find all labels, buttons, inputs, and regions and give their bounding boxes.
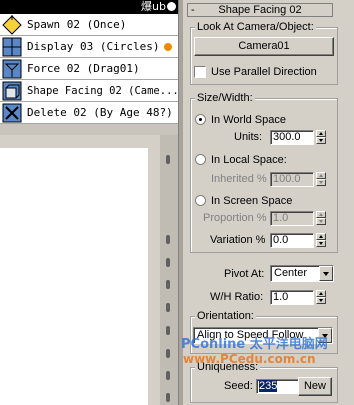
operator-label: Display 03 (Circles) xyxy=(27,40,160,53)
watermark-brand: PConline 太平洋电脑网 xyxy=(181,337,328,352)
operator-label: Delete 02 (By Age 48?) xyxy=(27,106,173,119)
seed-label: Seed: xyxy=(224,380,253,392)
spawn-diamond-icon xyxy=(2,15,22,35)
variation-label: Variation % xyxy=(210,234,266,246)
camera-pick-button[interactable]: Camera01 xyxy=(194,37,334,56)
scroll-marker-icon xyxy=(166,349,170,358)
display-icon xyxy=(2,37,22,57)
new-seed-button[interactable]: New xyxy=(298,377,332,396)
operator-label: Shape Facing 02 (Came... xyxy=(27,85,179,97)
scroll-marker-icon xyxy=(166,303,170,312)
look-at-group-title: Look At Camera/Object: xyxy=(195,21,316,34)
wh-ratio-label: W/H Ratio: xyxy=(210,291,264,303)
units-field[interactable]: 300.0 xyxy=(270,130,314,145)
units-spinner[interactable] xyxy=(316,130,326,145)
delete-icon xyxy=(2,103,22,123)
watermark-url: www.PCedu.com.cn xyxy=(183,352,316,366)
force-icon xyxy=(2,59,22,79)
in-world-space-label: In World Space xyxy=(211,114,287,126)
pivot-at-value: Center xyxy=(274,267,308,279)
operator-spawn[interactable]: Spawn 02 (Once) xyxy=(0,14,178,36)
proportion-spinner[interactable] xyxy=(316,211,326,226)
in-local-space-label: In Local Space: xyxy=(211,154,287,166)
in-world-space-radio[interactable] xyxy=(195,114,206,125)
inherited-field[interactable]: 100.0 xyxy=(270,172,314,187)
vertical-scroll-strip[interactable] xyxy=(160,135,178,405)
particle-view-header-title: 爆ub xyxy=(141,0,166,13)
pivot-at-label: Pivot At: xyxy=(224,268,265,280)
variation-spinner[interactable] xyxy=(316,233,326,248)
units-label: Units: xyxy=(234,131,263,143)
wh-ratio-spinner[interactable] xyxy=(316,290,326,305)
scroll-marker-icon xyxy=(166,326,170,335)
in-screen-space-radio[interactable] xyxy=(195,195,206,206)
orientation-group-title: Orientation: xyxy=(195,310,256,323)
in-screen-space-label: In Screen Space xyxy=(211,195,293,207)
inherited-spinner[interactable] xyxy=(316,172,326,187)
collapse-icon: - xyxy=(191,4,195,16)
operator-label: Spawn 02 (Once) xyxy=(27,18,127,31)
in-local-space-radio[interactable] xyxy=(195,154,206,165)
inherited-label: Inherited % xyxy=(211,173,267,185)
proportion-field[interactable]: 1.0 xyxy=(270,211,314,226)
pin-icon[interactable] xyxy=(167,2,176,11)
rollout-header[interactable]: - Shape Facing 02 xyxy=(187,3,333,17)
rollout-title: Shape Facing 02 xyxy=(218,4,302,16)
scroll-marker-icon xyxy=(166,258,170,267)
scroll-marker-icon xyxy=(166,235,170,244)
variation-field[interactable]: 0.0 xyxy=(270,233,314,248)
wh-ratio-field[interactable]: 1.0 xyxy=(270,290,314,305)
operator-shape-facing[interactable]: Shape Facing 02 (Came... xyxy=(0,80,179,102)
use-parallel-direction-checkbox[interactable] xyxy=(194,66,206,78)
scroll-marker-icon xyxy=(166,371,170,380)
operator-label: Force 02 (Drag01) xyxy=(27,62,140,75)
size-width-group-title: Size/Width: xyxy=(195,92,255,105)
pivot-at-dropdown[interactable]: Center xyxy=(270,265,334,282)
operator-display[interactable]: Display 03 (Circles) xyxy=(0,36,178,58)
shape-facing-icon xyxy=(2,81,22,101)
scroll-marker-icon xyxy=(166,393,170,402)
seed-value: 235 xyxy=(259,380,278,392)
scroll-marker-icon xyxy=(166,155,170,164)
use-parallel-direction-label: Use Parallel Direction xyxy=(211,66,317,78)
proportion-label: Proportion % xyxy=(203,212,267,224)
display-color-swatch[interactable] xyxy=(164,43,172,51)
operator-force[interactable]: Force 02 (Drag01) xyxy=(0,58,178,80)
particle-view-header: 爆ub xyxy=(0,0,178,14)
scroll-marker-icon xyxy=(166,280,170,289)
particle-view-workspace[interactable] xyxy=(0,148,148,405)
operator-delete[interactable]: Delete 02 (By Age 48?) xyxy=(0,102,178,124)
particle-view-panel: 爆ub Spawn 02 (Once) Display 03 (Circles)… xyxy=(0,0,179,405)
chevron-down-icon xyxy=(319,266,333,281)
